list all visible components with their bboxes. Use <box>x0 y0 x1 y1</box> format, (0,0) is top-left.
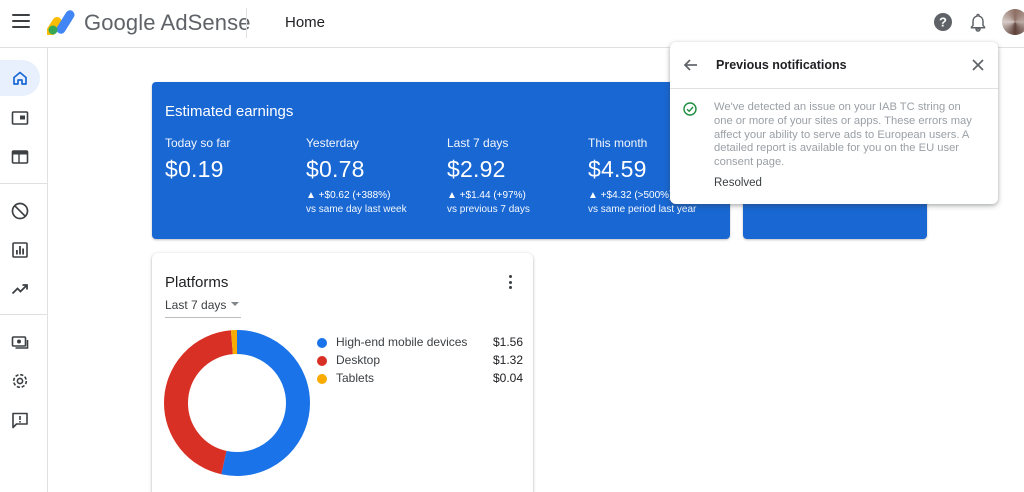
platforms-title: Platforms <box>165 274 229 291</box>
brand-name[interactable]: Google AdSense <box>84 10 251 36</box>
ads-icon <box>11 111 29 125</box>
back-arrow-icon[interactable] <box>682 56 700 74</box>
sidebar-item-optimization[interactable] <box>0 271 40 307</box>
sidebar-item-home[interactable] <box>0 60 40 96</box>
sidebar-item-sites[interactable] <box>0 139 40 175</box>
earnings-title: Estimated earnings <box>165 103 294 120</box>
legend-item-desktop[interactable]: Desktop $1.32 <box>317 353 523 371</box>
block-icon <box>11 202 29 220</box>
metric-change: ▲ +$1.44 (+97%) <box>447 190 526 201</box>
notification-status: Resolved <box>714 177 762 189</box>
notifications-bell-icon[interactable] <box>968 12 988 32</box>
notifications-title: Previous notifications <box>716 58 847 72</box>
check-circle-icon <box>683 102 697 116</box>
svg-text:?: ? <box>939 15 947 30</box>
legend-label: Tablets <box>336 371 375 385</box>
legend-dot-yellow <box>317 374 327 384</box>
metric-label: Last 7 days <box>447 136 509 150</box>
legend-dot-blue <box>317 338 327 348</box>
legend-label: High-end mobile devices <box>336 335 468 349</box>
platforms-legend: High-end mobile devices $1.56 Desktop $1… <box>317 335 523 389</box>
metric-comparison: vs previous 7 days <box>447 204 530 215</box>
more-options-icon[interactable] <box>503 273 517 291</box>
metric-label: Yesterday <box>306 136 359 150</box>
home-icon <box>13 71 27 85</box>
platforms-donut-chart[interactable] <box>164 330 310 476</box>
settings-icon <box>12 373 28 389</box>
legend-value: $0.04 <box>492 371 523 385</box>
legend-label: Desktop <box>336 353 381 367</box>
sidebar-nav <box>0 48 48 492</box>
top-app-bar: Google AdSense Home ? <box>0 0 1024 48</box>
sidebar-divider <box>0 183 47 184</box>
metric-value: $2.92 <box>447 156 506 182</box>
legend-item-tablets[interactable]: Tablets $0.04 <box>317 371 523 389</box>
metric-value: $0.78 <box>306 156 365 182</box>
date-range-label: Last 7 days <box>165 298 227 312</box>
notification-message: We've detected an issue on your IAB TC s… <box>714 101 972 169</box>
metric-today: Today so far $0.19 <box>165 136 305 183</box>
feedback-icon <box>12 412 28 429</box>
metric-last-7-days: Last 7 days $2.92 ▲ +$1.44 (+97%) vs pre… <box>447 136 587 215</box>
metric-yesterday: Yesterday $0.78 ▲ +$0.62 (+388%) vs same… <box>306 136 446 215</box>
metric-change: ▲ +$0.62 (+388%) <box>306 190 391 201</box>
sidebar-item-feedback[interactable] <box>0 402 40 438</box>
platforms-card: Platforms Last 7 days High-end mobile de… <box>152 253 533 492</box>
legend-item-high-end-mobile[interactable]: High-end mobile devices $1.56 <box>317 335 523 353</box>
metric-comparison: vs same day last week <box>306 204 407 215</box>
help-icon[interactable]: ? <box>933 12 953 32</box>
legend-value: $1.56 <box>492 335 523 349</box>
notifications-divider <box>670 88 998 89</box>
date-range-dropdown[interactable]: Last 7 days <box>165 298 241 318</box>
sidebar-item-reports[interactable] <box>0 232 40 268</box>
sidebar-item-settings[interactable] <box>0 363 40 399</box>
legend-value: $1.32 <box>492 353 523 367</box>
dropdown-arrow-icon <box>231 302 239 306</box>
metric-comparison: vs same period last year <box>588 204 697 215</box>
close-icon[interactable] <box>970 57 986 73</box>
sidebar-item-ads[interactable] <box>0 100 40 136</box>
account-avatar[interactable] <box>1002 9 1024 35</box>
trending-up-icon <box>11 284 28 295</box>
payments-icon <box>11 336 29 349</box>
sidebar-item-payments[interactable] <box>0 324 40 360</box>
legend-dot-red <box>317 356 327 366</box>
metric-label: Today so far <box>165 136 231 150</box>
page-title: Home <box>285 14 326 31</box>
menu-icon[interactable] <box>12 14 30 30</box>
estimated-earnings-card[interactable]: Estimated earnings Today so far $0.19 Ye… <box>152 82 730 239</box>
sidebar-divider <box>0 314 47 315</box>
metric-value: $0.19 <box>165 156 224 182</box>
previous-notifications-panel: Previous notifications We've detected an… <box>670 42 998 204</box>
sites-icon <box>11 150 29 164</box>
reports-icon <box>12 242 28 258</box>
header-divider <box>246 8 247 38</box>
sidebar-item-blocking-controls[interactable] <box>0 193 40 229</box>
adsense-logo[interactable] <box>47 9 77 35</box>
